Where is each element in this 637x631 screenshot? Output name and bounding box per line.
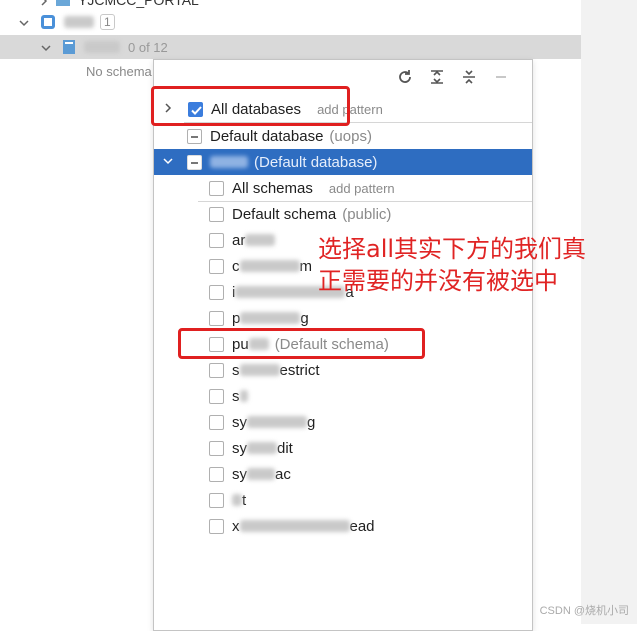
annotation-line-2: 正需要的并没有被选中 bbox=[318, 267, 558, 295]
schema-name-prefix: sy bbox=[232, 439, 247, 457]
datasource-row[interactable]: 1 bbox=[18, 10, 115, 34]
current-database-row[interactable]: (Default database) bbox=[154, 149, 532, 175]
all-schemas-checkbox[interactable] bbox=[209, 180, 224, 196]
schema-checkbox[interactable] bbox=[209, 258, 224, 274]
schema-row[interactable]: sy dit bbox=[154, 435, 532, 461]
default-database-checkbox[interactable] bbox=[187, 128, 202, 144]
schema-name-redacted bbox=[239, 390, 248, 402]
default-schema-row[interactable]: Default schema (public) bbox=[154, 201, 532, 227]
default-database-label: Default database bbox=[210, 127, 324, 145]
all-schemas-row[interactable]: All schemas add pattern bbox=[154, 175, 532, 201]
schema-name-prefix: c bbox=[232, 257, 240, 275]
schema-name-suffix: ac bbox=[275, 465, 291, 483]
popup-toolbar bbox=[396, 68, 510, 86]
default-database-row[interactable]: Default database (uops) bbox=[154, 123, 532, 149]
highlight-box-default-schema bbox=[178, 328, 425, 359]
schema-name-suffix: g bbox=[300, 309, 309, 327]
schema-row[interactable]: sy ac bbox=[154, 461, 532, 487]
schema-name-redacted bbox=[239, 260, 300, 272]
no-schema-text: No schema bbox=[86, 64, 152, 79]
schema-name-prefix: sy bbox=[232, 465, 247, 483]
schema-name-redacted bbox=[240, 312, 301, 324]
folder-icon bbox=[56, 0, 70, 6]
schema-name-suffix: dit bbox=[277, 439, 293, 457]
database-icon bbox=[62, 39, 76, 55]
expand-all-icon[interactable] bbox=[428, 68, 446, 86]
schema-checkbox[interactable] bbox=[209, 518, 224, 534]
schema-name-redacted bbox=[239, 520, 350, 532]
schema-checkbox[interactable] bbox=[209, 284, 224, 300]
chevron-right-icon bbox=[38, 0, 50, 6]
schema-checkbox[interactable] bbox=[209, 492, 224, 508]
schema-name-redacted bbox=[247, 442, 277, 454]
schema-name-suffix: ead bbox=[349, 517, 375, 535]
schema-name-prefix: x bbox=[232, 517, 240, 535]
schema-checkbox[interactable] bbox=[209, 414, 224, 430]
refresh-icon[interactable] bbox=[396, 68, 414, 86]
schema-checkbox[interactable] bbox=[209, 362, 224, 378]
schema-name-suffix: t bbox=[242, 491, 247, 509]
database-name-redacted bbox=[84, 41, 120, 53]
schema-checkbox[interactable] bbox=[209, 232, 224, 248]
annotation-text: 选择all其实下方的我们真 正需要的并没有被选中 bbox=[318, 233, 618, 297]
watermark: CSDN @烧机小司 bbox=[539, 605, 629, 617]
schema-name-prefix: s bbox=[232, 361, 240, 379]
schema-checkbox[interactable] bbox=[209, 310, 224, 326]
minus-icon[interactable] bbox=[492, 68, 510, 86]
datasource-name-redacted bbox=[64, 16, 94, 28]
schema-row[interactable]: s estrict bbox=[154, 357, 532, 383]
all-schemas-label: All schemas bbox=[232, 179, 313, 197]
schema-name-redacted bbox=[232, 494, 242, 506]
tree-row-label: YJCMCC_PORTAL bbox=[78, 0, 199, 8]
schema-name-redacted bbox=[239, 364, 280, 376]
chevron-down-icon bbox=[18, 16, 30, 28]
default-database-suffix: (uops) bbox=[329, 127, 372, 145]
collapse-all-icon[interactable] bbox=[460, 68, 478, 86]
schema-name-redacted bbox=[247, 468, 275, 480]
datasource-count-badge: 1 bbox=[100, 14, 115, 30]
schema-name-suffix: m bbox=[299, 257, 313, 275]
chevron-down-icon[interactable] bbox=[162, 154, 174, 171]
schema-row[interactable]: x ead bbox=[154, 513, 532, 539]
schema-name-prefix: ar bbox=[232, 231, 246, 249]
schema-name-prefix: sy bbox=[232, 413, 247, 431]
database-row-selected[interactable]: 0 of 12 bbox=[0, 35, 581, 59]
schema-row[interactable]: t bbox=[154, 487, 532, 513]
datasource-icon bbox=[40, 14, 56, 30]
annotation-line-1: 选择all其实下方的我们真 bbox=[318, 235, 587, 263]
current-database-name-redacted bbox=[210, 156, 248, 168]
current-database-suffix: (Default database) bbox=[254, 153, 378, 171]
highlight-box-all-databases bbox=[151, 86, 350, 126]
schema-name-suffix: estrict bbox=[279, 361, 320, 379]
schema-name-redacted bbox=[245, 234, 276, 246]
schema-name-redacted bbox=[247, 416, 307, 428]
default-schema-checkbox[interactable] bbox=[209, 206, 224, 222]
right-panel-strip bbox=[581, 0, 637, 624]
schema-checkbox[interactable] bbox=[209, 388, 224, 404]
schema-count: 0 of 12 bbox=[128, 39, 168, 55]
schema-name-prefix: p bbox=[232, 309, 241, 327]
schema-checkbox[interactable] bbox=[209, 466, 224, 482]
current-database-checkbox[interactable] bbox=[187, 154, 202, 170]
schema-name-suffix: g bbox=[307, 413, 316, 431]
chevron-down-icon bbox=[40, 41, 52, 53]
add-pattern-link[interactable]: add pattern bbox=[329, 181, 395, 196]
default-schema-label: Default schema bbox=[232, 205, 337, 223]
schema-name-prefix: s bbox=[232, 387, 240, 405]
schema-row[interactable]: s bbox=[154, 383, 532, 409]
default-schema-suffix: (public) bbox=[342, 205, 392, 223]
schema-checkbox[interactable] bbox=[209, 440, 224, 456]
schema-row[interactable]: sy g bbox=[154, 409, 532, 435]
